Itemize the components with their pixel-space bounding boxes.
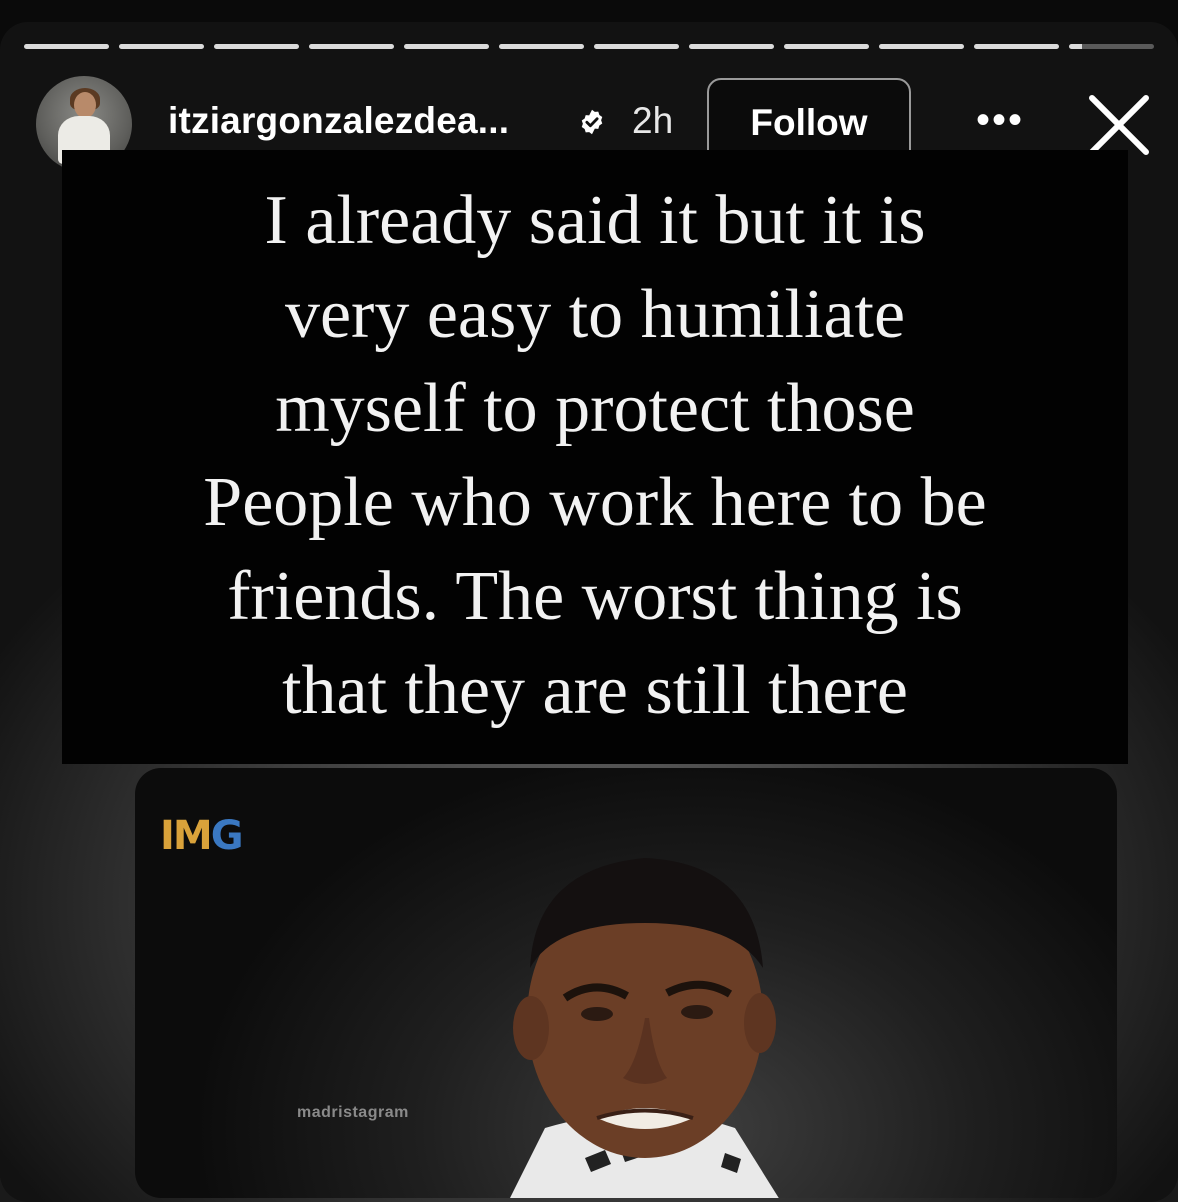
progress-segment [404,44,489,49]
verified-badge-icon [581,109,603,135]
progress-segment [879,44,964,49]
close-icon[interactable] [1086,92,1152,158]
progress-segment [214,44,299,49]
username[interactable]: itziargonzalezdea... [168,100,509,142]
image-logo: IMG [160,813,244,859]
story-text-card: I already said it but it is very easy to… [62,150,1128,764]
progress-segment [119,44,204,49]
image-watermark: madristagram [297,1104,409,1121]
embedded-photo: IMG madristagram [135,768,1117,1198]
story-text: I already said it but it is very easy to… [203,182,987,729]
progress-segment [784,44,869,49]
logo-letter-accent: G [210,813,244,859]
progress-segment [974,44,1059,49]
progress-segment [309,44,394,49]
progress-segment [594,44,679,49]
story-viewer: itziargonzalezdea... 2h Follow ••• I alr… [0,0,1178,1202]
progress-segment [499,44,584,49]
more-options-icon[interactable]: ••• [972,100,1028,140]
logo-letters: IM [160,813,213,859]
story-progress-bar [24,44,1154,50]
post-time: 2h [632,100,674,141]
progress-segment [689,44,774,49]
player-photo [510,858,779,1198]
progress-segment-current [1069,44,1154,49]
progress-segment [24,44,109,49]
